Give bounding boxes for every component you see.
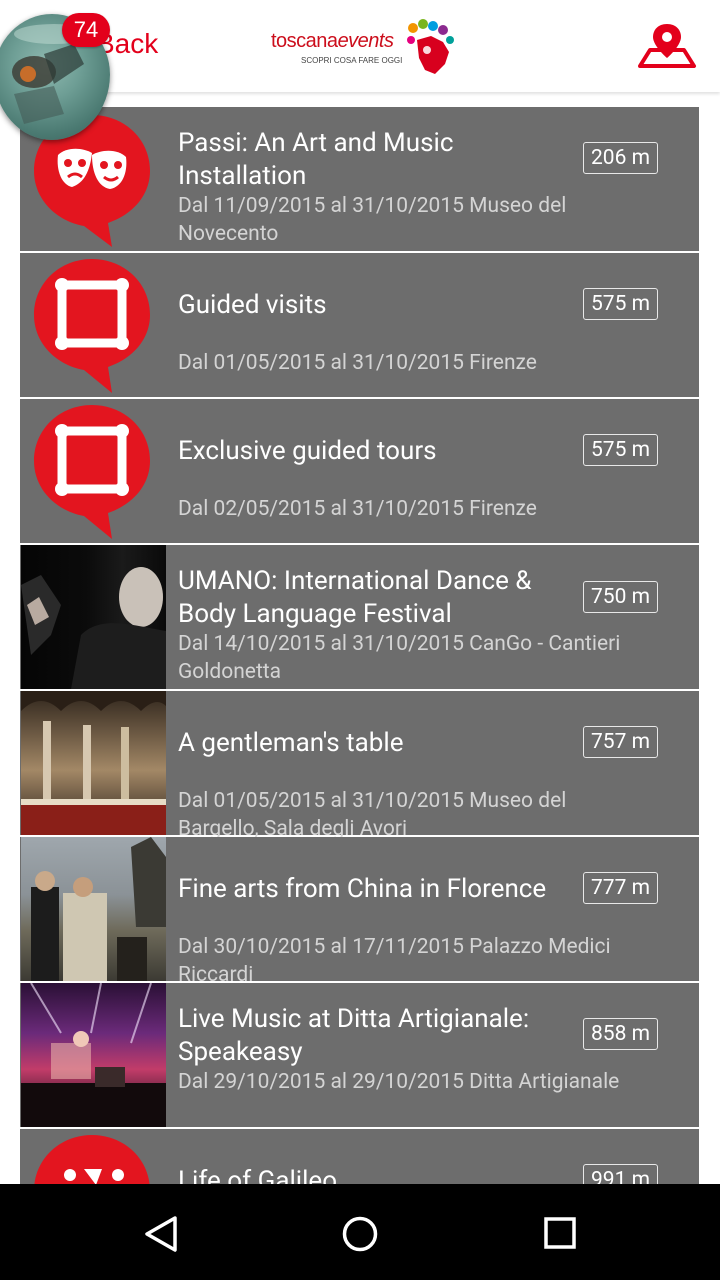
distance-badge: 575 m [583,434,659,466]
distance-badge: 575 m [583,288,659,320]
painting-photo [31,837,166,981]
event-row[interactable]: Guided visits Dal 01/05/2015 al 31/10/20… [20,253,699,397]
nav-recents-icon[interactable] [543,1216,577,1250]
nav-home-icon[interactable] [341,1215,379,1253]
event-details: Dal 01/05/2015 al 31/10/2015 Museo del B… [178,789,567,841]
distance-badge: 991 m [583,1164,659,1184]
event-row[interactable]: Passi: An Art and Music Installation Dal… [20,107,699,251]
event-details: Dal 29/10/2015 al 29/10/2015 Ditta Artig… [178,1070,620,1094]
event-title: A gentleman's table [178,728,404,758]
event-details: Dal 02/05/2015 al 31/10/2015 Firenze [178,497,537,521]
event-title: Live Music at Ditta Artigianale: Speakea… [178,1004,530,1067]
event-title: Guided visits [178,290,327,320]
event-details: Dal 01/05/2015 al 31/10/2015 Firenze [178,351,537,375]
event-row[interactable]: UMANO: International Dance & Body Langua… [20,545,699,689]
event-details: Dal 14/10/2015 al 31/10/2015 CanGo - Can… [178,632,621,684]
event-row[interactable]: Life of Galileo 991 m [20,1129,699,1184]
event-title: Fine arts from China in Florence [178,874,547,904]
logo-tagline: SCOPRI COSA FARE OGGI [301,56,403,65]
event-details: Dal 11/09/2015 al 31/10/2015 Museo del N… [178,194,567,246]
system-nav-bar [0,1184,720,1280]
distance-badge: 206 m [583,142,659,174]
event-title: Life of Galileo [178,1166,338,1184]
dancer-photo [21,567,166,689]
event-details: Dal 30/10/2015 al 17/11/2015 Palazzo Med… [178,935,611,987]
app-screen: Back toscanaevents SCOPRI COSA FARE OGGI [0,0,720,1280]
event-photo-concert [21,983,166,1127]
map-pin-icon[interactable] [636,20,698,72]
courtyard-photo [21,691,166,835]
picture-frame-icon [34,405,150,539]
event-title: UMANO: International Dance & Body Langua… [178,566,532,629]
picture-frame-icon [34,259,150,393]
event-title: Exclusive guided tours [178,436,437,466]
event-photo-painting [21,837,166,981]
distance-badge: 757 m [583,726,659,758]
event-title: Passi: An Art and Music Installation [178,128,454,191]
distance-badge: 777 m [583,872,659,904]
notification-badge: 74 [62,13,110,47]
event-photo-courtyard [21,691,166,835]
event-photo-dancer [21,545,166,689]
event-row[interactable]: Live Music at Ditta Artigianale: Speakea… [20,983,699,1127]
event-row[interactable]: A gentleman's table Dal 01/05/2015 al 31… [20,691,699,841]
distance-badge: 858 m [583,1018,659,1050]
tuscany-logo-icon [407,19,454,74]
toscana-events-logo: toscanaevents SCOPRI COSA FARE OGGI [271,18,461,78]
concert-photo [21,983,166,1127]
distance-badge: 750 m [583,581,659,613]
logo-wordmark: toscanaevents [271,30,394,52]
event-list[interactable]: Passi: An Art and Music Installation Dal… [20,107,700,1184]
nav-back-icon[interactable] [142,1214,180,1254]
event-row[interactable]: Fine arts from China in Florence Dal 30/… [20,837,699,987]
science-icon [34,1135,150,1184]
event-row[interactable]: Exclusive guided tours Dal 02/05/2015 al… [20,399,699,543]
